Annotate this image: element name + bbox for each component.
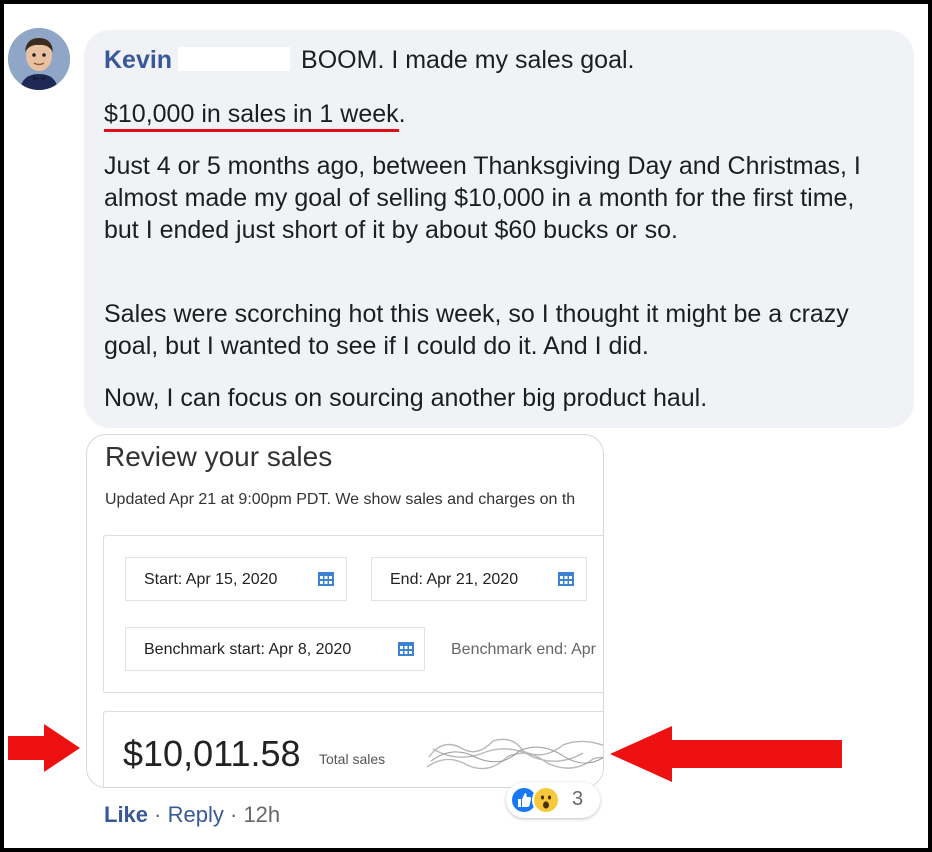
avatar-photo xyxy=(8,28,70,90)
calendar-icon xyxy=(558,572,574,586)
highlighted-sales-text: $10,000 in sales in 1 week xyxy=(104,100,399,132)
redaction-scribble xyxy=(426,738,603,770)
wow-icon xyxy=(532,786,560,814)
comment-first-line: Kevin BOOM. I made my sales goal. xyxy=(104,46,635,75)
reactions-summary[interactable]: 3 xyxy=(506,782,600,818)
calendar-icon xyxy=(398,642,414,656)
highlight-line: $10,000 in sales in 1 week. xyxy=(104,98,894,132)
total-sales-value: $10,011.58 xyxy=(123,733,301,774)
updated-note: Updated Apr 21 at 9:00pm PDT. We show sa… xyxy=(105,491,576,508)
review-sales-title: Review your sales xyxy=(105,441,333,472)
total-sales-label: Total sales xyxy=(319,751,386,767)
benchmark-start-label: Benchmark start: Apr 8, 2020 xyxy=(144,641,352,658)
author-name[interactable]: Kevin xyxy=(104,46,172,74)
calendar-icon xyxy=(318,572,334,586)
action-separator: · xyxy=(154,802,162,827)
left-red-arrow xyxy=(8,724,80,772)
reply-link[interactable]: Reply xyxy=(168,802,224,827)
highlight-period: . xyxy=(398,100,406,128)
benchmark-end-label: Benchmark end: Apr xyxy=(451,641,596,658)
end-date-label: End: Apr 21, 2020 xyxy=(390,571,519,588)
comment-first-text: BOOM. I made my sales goal. xyxy=(301,46,635,74)
comment-paragraph-3: Now, I can focus on sourcing another big… xyxy=(104,384,708,412)
like-link[interactable]: Like xyxy=(104,802,148,827)
comment-timestamp[interactable]: 12h xyxy=(243,802,280,827)
reaction-count: 3 xyxy=(572,788,584,810)
right-red-arrow xyxy=(610,726,842,782)
avatar[interactable] xyxy=(8,28,70,90)
attached-sales-screenshot[interactable]: Review your sales Updated Apr 21 at 9:00… xyxy=(86,434,604,788)
start-date-field: Start: Apr 15, 2020 xyxy=(125,557,347,601)
end-date-field: End: Apr 21, 2020 xyxy=(371,557,587,601)
comment-actions: Like · Reply · 12h xyxy=(104,802,280,828)
redacted-surname xyxy=(178,47,291,72)
comment-paragraph-2: Sales were scorching hot this week, so I… xyxy=(104,300,849,360)
benchmark-start-field: Benchmark start: Apr 8, 2020 xyxy=(125,627,425,671)
comment-paragraph-1: Just 4 or 5 months ago, between Thanksgi… xyxy=(104,152,861,244)
start-date-label: Start: Apr 15, 2020 xyxy=(144,571,278,588)
action-separator: · xyxy=(229,802,238,827)
